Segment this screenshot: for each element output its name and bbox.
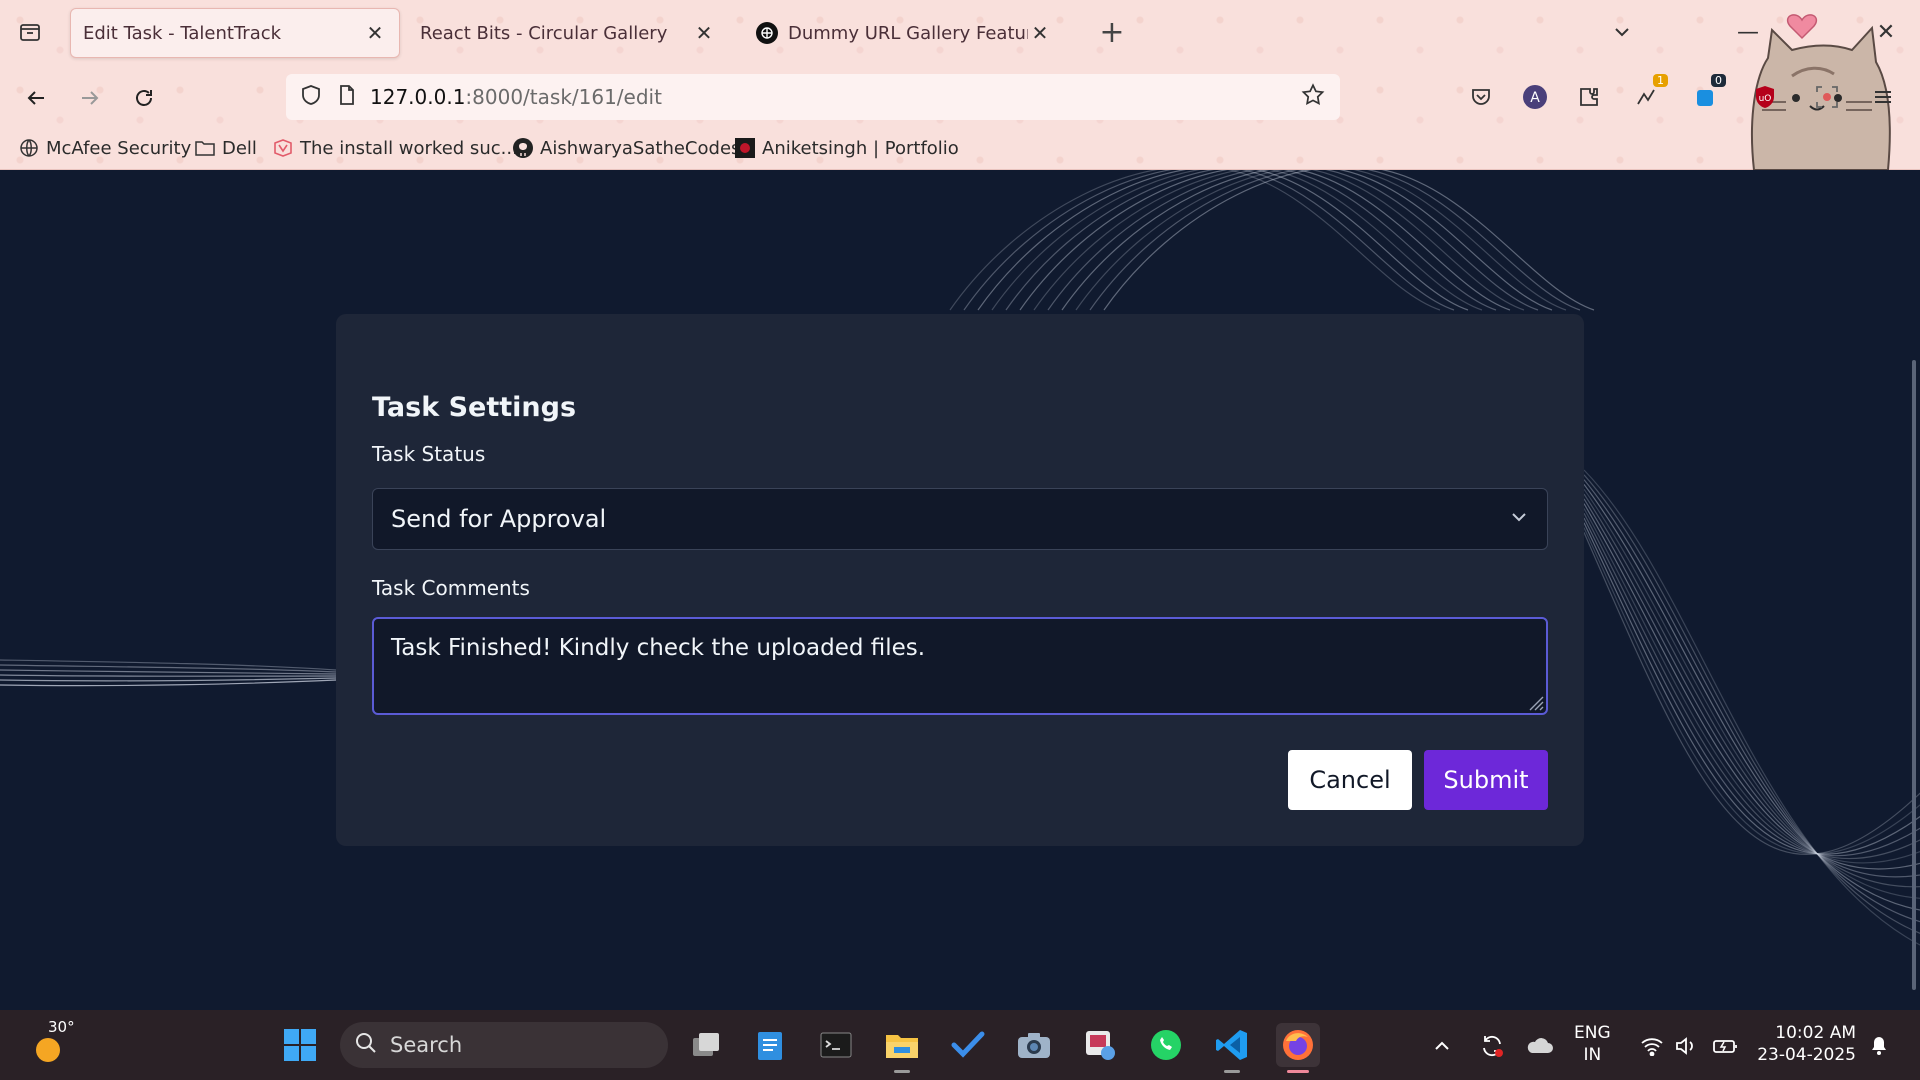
openai-icon [756,22,778,44]
svg-text:uO: uO [1759,94,1772,104]
bookmark-star-icon[interactable] [1300,82,1326,112]
onedrive-icon[interactable] [1524,1030,1556,1062]
card-title: Task Settings [372,392,577,423]
back-icon[interactable] [18,80,54,116]
url-path: :8000/task/161/edit [465,85,662,109]
whatsapp-icon[interactable] [1144,1023,1188,1067]
bookmark-label: Dell [222,137,257,159]
vscode-icon[interactable] [1210,1023,1254,1073]
volume-icon[interactable] [1672,1032,1700,1060]
shield-icon[interactable] [300,84,322,110]
language-code: ENG [1574,1023,1611,1043]
system-clock[interactable]: 10:02 AM 23-04-2025 [1752,1022,1856,1066]
forward-icon[interactable] [72,80,108,116]
task-view-icon[interactable] [684,1023,728,1067]
todo-icon[interactable] [946,1023,990,1067]
bookmark-label: Aniketsingh | Portfolio [762,137,959,159]
search-placeholder: Search [390,1033,463,1057]
account-avatar-icon[interactable]: A [1516,78,1554,116]
weather-temperature: 30° [48,1018,75,1036]
reader-extension-icon[interactable]: 1 [1628,74,1668,116]
extension-badge: 1 [1653,74,1668,87]
close-icon[interactable]: ✕ [692,21,716,45]
notepad-icon[interactable] [748,1023,792,1067]
clock-time: 10:02 AM [1775,1023,1856,1043]
bookmark-label: AishwaryaSatheCodes [540,137,741,159]
tab-edit-task[interactable]: Edit Task - TalentTrack ✕ [70,8,400,58]
firefox-icon[interactable] [1276,1023,1320,1073]
portfolio-icon [734,137,756,159]
notification-bell-icon[interactable] [1864,1030,1894,1060]
taskbar: 30° Search ENG IN 10:02 AM 23-04-2025 [0,1010,1920,1080]
running-indicator [1224,1070,1240,1073]
bookmark-mcafee[interactable]: McAfee Security [18,134,191,162]
pocket-icon[interactable] [1462,78,1500,116]
resize-grip-icon[interactable] [1526,693,1544,711]
svg-text:A: A [1530,90,1540,106]
django-icon [272,137,294,159]
github-icon [512,137,534,159]
url-text[interactable]: 127.0.0.1:8000/task/161/edit [370,85,1300,109]
language-indicator[interactable]: ENG IN [1574,1022,1611,1066]
ublock-icon[interactable]: uO [1746,78,1784,116]
bookmark-label: The install worked suc... [300,137,518,159]
battery-icon[interactable] [1710,1032,1740,1060]
chevron-down-icon[interactable] [1606,16,1638,48]
bookmark-portfolio[interactable]: Aniketsingh | Portfolio [734,134,959,162]
cancel-button[interactable]: Cancel [1288,750,1412,810]
task-status-label: Task Status [372,442,486,466]
running-indicator [894,1070,910,1073]
page-info-icon[interactable] [338,84,356,110]
tab-title: React Bits - Circular Gallery [420,22,668,44]
new-tab-icon[interactable]: + [1096,15,1128,50]
taskbar-search-input[interactable]: Search [340,1022,668,1068]
wifi-icon[interactable] [1638,1032,1666,1060]
file-explorer-icon[interactable] [880,1023,924,1073]
folder-icon [194,137,216,159]
running-indicator [1287,1070,1309,1073]
task-comments-value: Task Finished! Kindly check the uploaded… [391,635,926,661]
bookmark-dell[interactable]: Dell [194,134,257,162]
tab-react-bits[interactable]: React Bits - Circular Gallery ✕ [408,8,728,58]
terminal-icon[interactable] [814,1023,858,1067]
clock-date: 23-04-2025 [1757,1045,1856,1065]
task-status-value: Send for Approval [391,505,607,533]
page-scrollbar[interactable] [1912,360,1916,990]
chevron-down-icon [1509,505,1529,533]
sync-icon[interactable] [1476,1030,1508,1062]
browser-chrome: Edit Task - TalentTrack ✕ React Bits - C… [0,0,1920,170]
tab-title: Edit Task - TalentTrack [83,22,282,44]
search-icon [354,1031,378,1060]
extension-badge: 0 [1711,74,1726,87]
region-code: IN [1583,1045,1602,1065]
camera-icon[interactable] [1012,1023,1056,1067]
task-comments-textarea[interactable]: Task Finished! Kindly check the uploaded… [372,617,1548,715]
extensions-icon[interactable] [1570,78,1608,116]
url-bar[interactable]: 127.0.0.1:8000/task/161/edit [286,74,1340,120]
bookmark-label: McAfee Security [46,137,192,159]
submit-button[interactable]: Submit [1424,750,1548,810]
bookmark-github[interactable]: AishwaryaSatheCodes [512,134,740,162]
url-host: 127.0.0.1 [370,85,466,109]
counter-extension-icon[interactable]: 0 [1686,74,1726,116]
task-comments-label: Task Comments [372,576,530,600]
running-indicator [762,1070,778,1073]
tab-dummy-url[interactable]: Dummy URL Gallery Features ✕ [744,8,1064,58]
screenshot-icon[interactable] [1808,78,1846,116]
close-icon[interactable]: ✕ [363,21,387,45]
page-content: Task Settings Task Status Send for Appro… [0,170,1920,1010]
chevron-up-icon[interactable] [1428,1032,1456,1060]
tab-overview-icon[interactable] [14,16,46,48]
snipping-tool-icon[interactable] [1078,1023,1122,1067]
close-icon[interactable]: ✕ [1028,21,1052,45]
reload-icon[interactable] [126,80,162,116]
globe-icon [18,137,40,159]
bookmark-install-worked[interactable]: The install worked suc... [272,134,518,162]
task-settings-card: Task Settings Task Status Send for Appro… [336,314,1584,846]
tab-title: Dummy URL Gallery Features [788,22,1028,44]
windows-start-icon[interactable] [278,1023,322,1067]
menu-icon[interactable] [1864,78,1902,116]
task-status-select[interactable]: Send for Approval [372,488,1548,550]
